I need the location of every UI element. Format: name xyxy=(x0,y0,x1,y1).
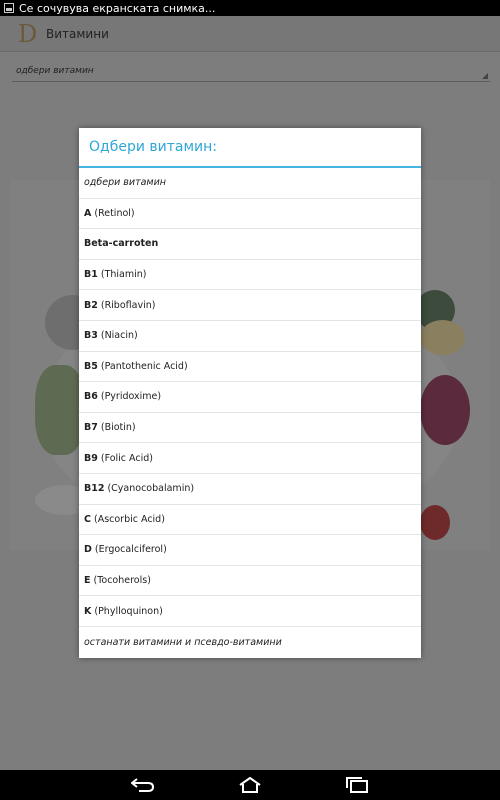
vitamin-option-name: (Cyanocobalamin) xyxy=(107,483,195,495)
vitamin-option-letter: A xyxy=(84,207,92,219)
vitamin-option-letter: B9 xyxy=(84,452,98,464)
vitamin-picker-dialog: Одбери витамин: одбери витамин A (Retinol)… xyxy=(79,128,421,658)
vitamin-option[interactable]: B7 (Biotin) xyxy=(79,413,421,444)
vitamin-option[interactable]: B2 (Riboflavin) xyxy=(79,290,421,321)
vitamin-option-letter: E xyxy=(84,575,91,587)
vitamin-option-letter: Beta-carroten xyxy=(84,238,159,250)
bowl-shape xyxy=(420,320,465,355)
dropdown-arrow-icon xyxy=(482,73,488,79)
vitamin-option[interactable]: D (Ergocalciferol) xyxy=(79,535,421,566)
vitamin-option[interactable]: B1 (Thiamin) xyxy=(79,260,421,291)
vitamin-option[interactable]: E (Tocoherols) xyxy=(79,566,421,597)
vitamin-option-letter: B6 xyxy=(84,391,98,403)
vitamin-option[interactable]: одбери витамин xyxy=(79,168,421,199)
vitamin-option-letter: D xyxy=(84,544,92,556)
vitamin-option-letter: K xyxy=(84,605,92,617)
page-title: Витамини xyxy=(46,26,109,41)
vitamin-option[interactable]: B12 (Cyanocobalamin) xyxy=(79,474,421,505)
vitamin-option[interactable]: B6 (Pyridoxime) xyxy=(79,382,421,413)
home-icon[interactable] xyxy=(235,775,265,795)
vitamin-option-letter: B5 xyxy=(84,360,98,372)
status-text: Се сочувува екранската снимка... xyxy=(19,1,216,15)
vitamin-option[interactable]: Beta-carroten xyxy=(79,229,421,260)
vitamin-option[interactable]: C (Ascorbic Acid) xyxy=(79,505,421,536)
vitamin-option-name: (Riboflavin) xyxy=(100,299,156,311)
vitamin-option[interactable]: A (Retinol) xyxy=(79,199,421,230)
vitamin-option-name: (Retinol) xyxy=(94,207,135,219)
vitamin-option-letter: B12 xyxy=(84,483,105,495)
action-bar: D Витамини xyxy=(0,16,500,52)
vitamin-option-name: (Ascorbic Acid) xyxy=(93,513,165,525)
vitamin-option[interactable]: K (Phylloquinon) xyxy=(79,596,421,627)
vitamin-option[interactable]: останати витамини и псевдо-витамини xyxy=(79,627,421,658)
status-bar: Се сочувува екранската снимка... xyxy=(0,0,500,16)
navigation-bar xyxy=(0,770,500,800)
peas-shape xyxy=(35,365,85,455)
vitamin-option-name: (Thiamin) xyxy=(100,269,147,281)
back-icon[interactable] xyxy=(128,775,158,795)
vitamin-option[interactable]: B9 (Folic Acid) xyxy=(79,443,421,474)
vitamin-list: одбери витамин A (Retinol) Beta-carroten B1(… xyxy=(79,168,421,658)
vitamin-option-name: (Pantothenic Acid) xyxy=(100,360,188,372)
vitamin-option-name: (Phylloquinon) xyxy=(94,605,163,617)
vitamin-option-letter: B7 xyxy=(84,422,98,434)
screenshot-icon xyxy=(4,3,14,13)
vitamin-option-letter: B1 xyxy=(84,269,98,281)
vitamin-option-name: (Niacin) xyxy=(100,330,138,342)
vitamin-option-name: (Folic Acid) xyxy=(100,452,153,464)
spinner-value: одбери витамин xyxy=(16,66,94,76)
dialog-title: Одбери витамин: xyxy=(79,128,421,168)
vitamin-spinner[interactable]: одбери витамин xyxy=(12,62,490,82)
vitamin-option-name: одбери витамин xyxy=(84,177,166,189)
recent-apps-icon[interactable] xyxy=(342,775,372,795)
vitamin-option-name: (Tocoherols) xyxy=(93,575,151,587)
vitamin-option[interactable]: B3 (Niacin) xyxy=(79,321,421,352)
vitamin-option-name: (Pyridoxime) xyxy=(100,391,162,403)
strawberry-shape xyxy=(420,505,450,540)
vitamin-option-name: останати витамини и псевдо-витамини xyxy=(84,636,282,648)
vitamin-option-letter: B2 xyxy=(84,299,98,311)
vitamin-option-name: (Ergocalciferol) xyxy=(94,544,167,556)
vitamin-option-letter: C xyxy=(84,513,91,525)
vitamin-option-letter: B3 xyxy=(84,330,98,342)
app-logo[interactable]: D xyxy=(18,20,40,48)
vitamin-option[interactable]: B5 (Pantothenic Acid) xyxy=(79,352,421,383)
vitamin-option-name: (Biotin) xyxy=(100,422,136,434)
beet-shape xyxy=(420,375,470,445)
